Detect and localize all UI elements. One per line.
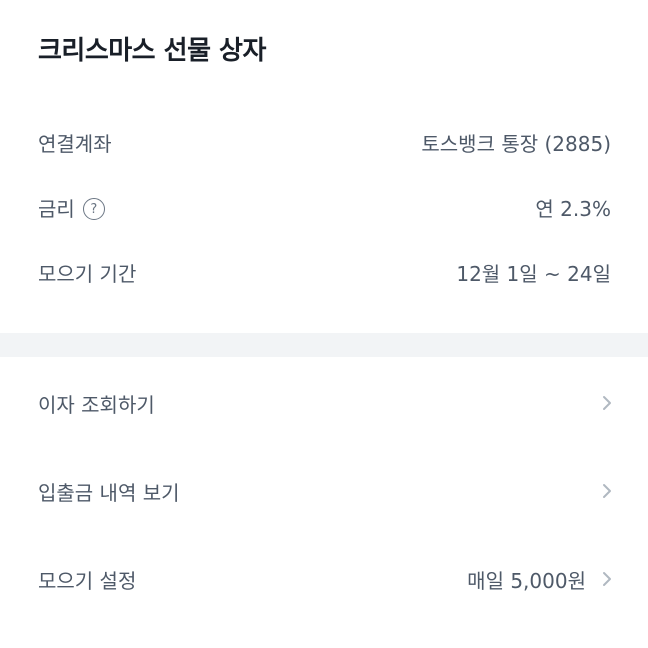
account-value: 토스뱅크 통장 (2885) xyxy=(421,132,611,156)
chevron-right-icon xyxy=(603,572,611,586)
chevron-right-icon xyxy=(603,396,611,410)
interest-rate-label-group: 금리 ? xyxy=(38,193,105,225)
interest-rate-value: 연 2.3% xyxy=(535,197,611,221)
view-interest-right xyxy=(600,393,614,413)
saving-settings-button[interactable]: 모으기 설정 매일 5,000원 xyxy=(0,535,648,623)
account-label: 연결계좌 xyxy=(38,132,112,156)
view-interest-label: 이자 조회하기 xyxy=(38,392,155,417)
section-divider xyxy=(0,333,648,357)
saving-period-value: 12월 1일 ~ 24일 xyxy=(456,262,611,286)
account-row: 연결계좌 토스뱅크 통장 (2885) xyxy=(38,128,611,160)
saving-period-label: 모으기 기간 xyxy=(38,262,137,286)
saving-settings-right: 매일 5,000원 xyxy=(467,565,614,594)
interest-rate-row: 금리 ? 연 2.3% xyxy=(38,193,611,225)
page-title: 크리스마스 선물 상자 xyxy=(38,36,266,66)
transaction-history-label: 입출금 내역 보기 xyxy=(38,480,180,505)
question-circle-icon[interactable]: ? xyxy=(82,198,105,220)
saving-settings-value: 매일 5,000원 xyxy=(467,568,586,593)
transaction-history-button[interactable]: 입출금 내역 보기 xyxy=(0,447,648,535)
savings-box-detail-screen: 크리스마스 선물 상자 연결계좌 토스뱅크 통장 (2885) 금리 ? 연 2… xyxy=(0,0,648,648)
saving-settings-label: 모으기 설정 xyxy=(38,568,137,593)
chevron-right-icon xyxy=(603,484,611,498)
view-interest-button[interactable]: 이자 조회하기 xyxy=(0,359,648,447)
saving-period-row: 모으기 기간 12월 1일 ~ 24일 xyxy=(38,258,611,290)
transaction-history-right xyxy=(600,481,614,501)
interest-rate-label: 금리 xyxy=(38,197,75,221)
